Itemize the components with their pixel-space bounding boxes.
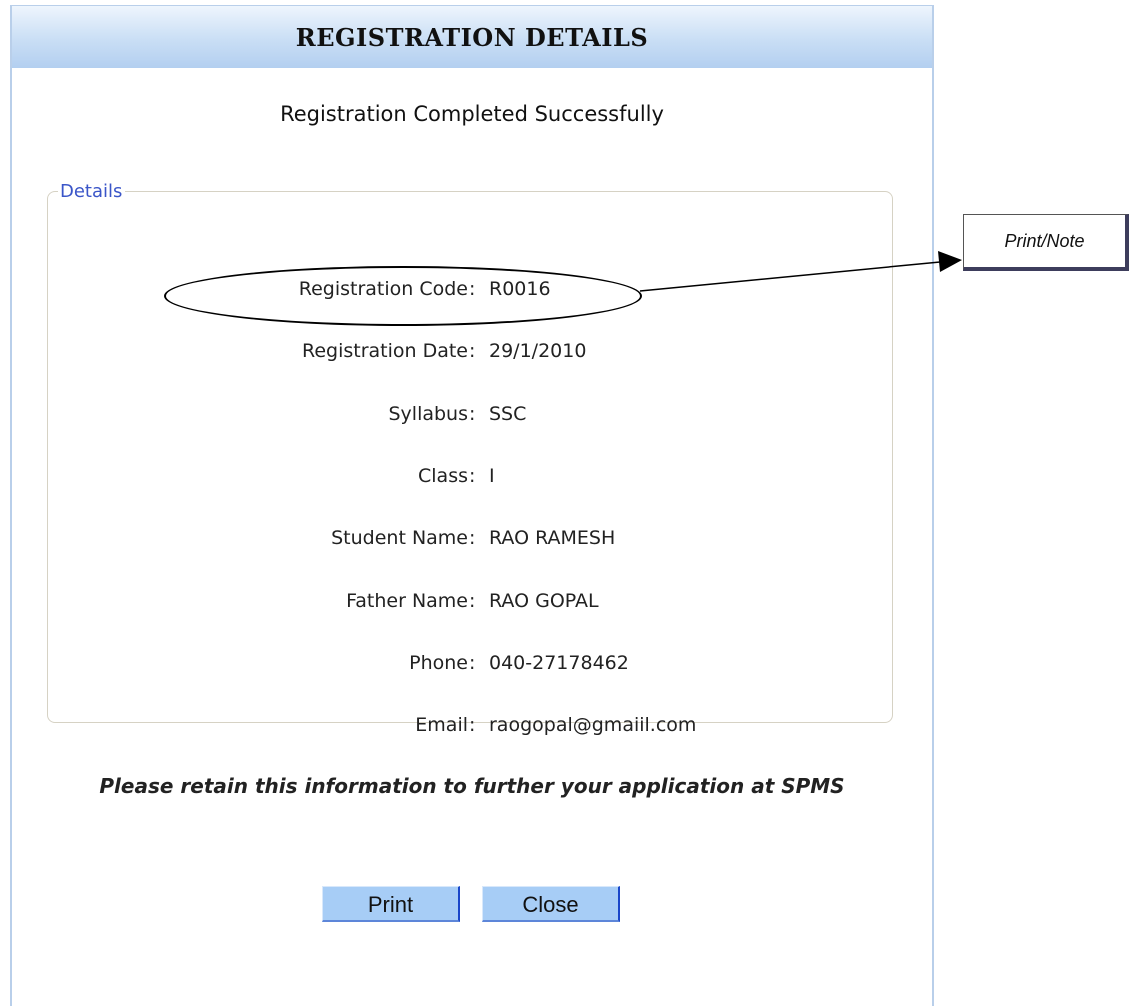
print-note-callout: Print/Note (963, 214, 1129, 271)
annotation-arrow (639, 251, 962, 292)
